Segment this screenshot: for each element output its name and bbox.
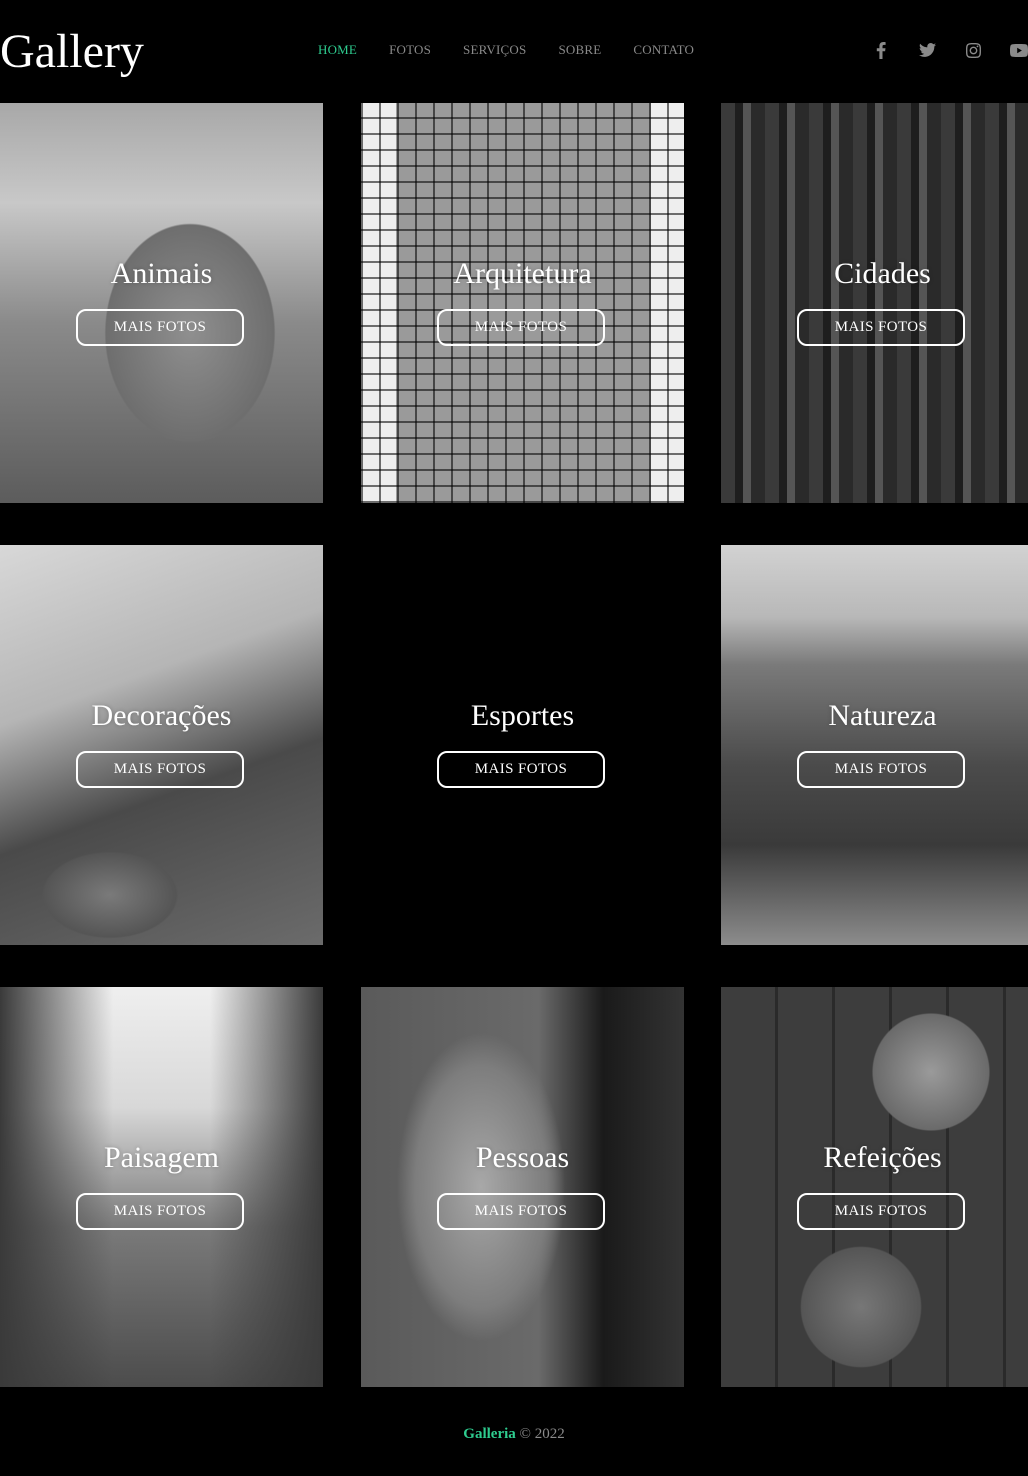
cliff-waterfall-photo [721,545,1028,945]
gallery-card-esportes: Esportes MAIS FOTOS [361,545,684,945]
facebook-icon[interactable] [872,41,890,59]
site-header: Gallery HOME FOTOS SERVIÇOS SOBRE CONTAT… [0,0,1028,103]
gallery-card-cidades: Cidades MAIS FOTOS [721,103,1028,503]
more-photos-button[interactable]: MAIS FOTOS [437,1193,605,1230]
railway-forest-photo [0,987,323,1387]
more-photos-button[interactable]: MAIS FOTOS [437,751,605,788]
youtube-icon[interactable] [1010,41,1028,59]
more-photos-button[interactable]: MAIS FOTOS [76,1193,244,1230]
gallery-card-animais: Animais MAIS FOTOS [0,103,323,503]
city-skyline-photo [721,103,1028,503]
gallery-title: Esportes [470,699,575,732]
more-photos-button[interactable]: MAIS FOTOS [76,751,244,788]
more-photos-button[interactable]: MAIS FOTOS [797,1193,965,1230]
main-nav: HOME FOTOS SERVIÇOS SOBRE CONTATO [318,42,726,58]
gallery-card-natureza: Natureza MAIS FOTOS [721,545,1028,945]
nav-servicos[interactable]: SERVIÇOS [463,42,526,58]
elephant-photo [0,103,323,503]
gallery-title: Refeições [823,1141,942,1174]
instagram-icon[interactable] [964,41,982,59]
more-photos-button[interactable]: MAIS FOTOS [437,309,605,346]
site-footer: Galleria © 2022 [0,1426,1028,1443]
more-photos-button[interactable]: MAIS FOTOS [797,751,965,788]
gallery-title: Natureza [828,699,937,732]
gallery-title: Cidades [834,257,931,290]
man-portrait-photo [361,987,684,1387]
more-photos-button[interactable]: MAIS FOTOS [76,309,244,346]
gallery-title: Decorações [91,699,232,732]
gallery-card-pessoas: Pessoas MAIS FOTOS [361,987,684,1387]
cafe-laptop-photo [0,545,323,945]
gallery-title: Paisagem [104,1141,219,1174]
footer-copyright: © 2022 [519,1426,565,1442]
footer-brand[interactable]: Galleria [463,1426,516,1442]
gallery-card-paisagem: Paisagem MAIS FOTOS [0,987,323,1387]
gallery-card-refeicoes: Refeições MAIS FOTOS [721,987,1028,1387]
empty-photo [361,545,684,945]
gallery-card-decoracoes: Decorações MAIS FOTOS [0,545,323,945]
breakfast-table-photo [721,987,1028,1387]
skyscraper-photo [361,103,684,503]
more-photos-button[interactable]: MAIS FOTOS [797,309,965,346]
gallery-title: Animais [110,257,213,290]
nav-sobre[interactable]: SOBRE [558,42,601,58]
nav-contato[interactable]: CONTATO [633,42,694,58]
twitter-icon[interactable] [918,41,936,59]
nav-home[interactable]: HOME [318,42,357,58]
gallery-card-arquitetura: Arquitetura MAIS FOTOS [361,103,684,503]
gallery-title: Pessoas [475,1141,570,1174]
gallery-title: Arquitetura [453,257,592,290]
site-logo[interactable]: Gallery [0,24,144,80]
nav-fotos[interactable]: FOTOS [389,42,431,58]
social-links [872,41,1028,59]
